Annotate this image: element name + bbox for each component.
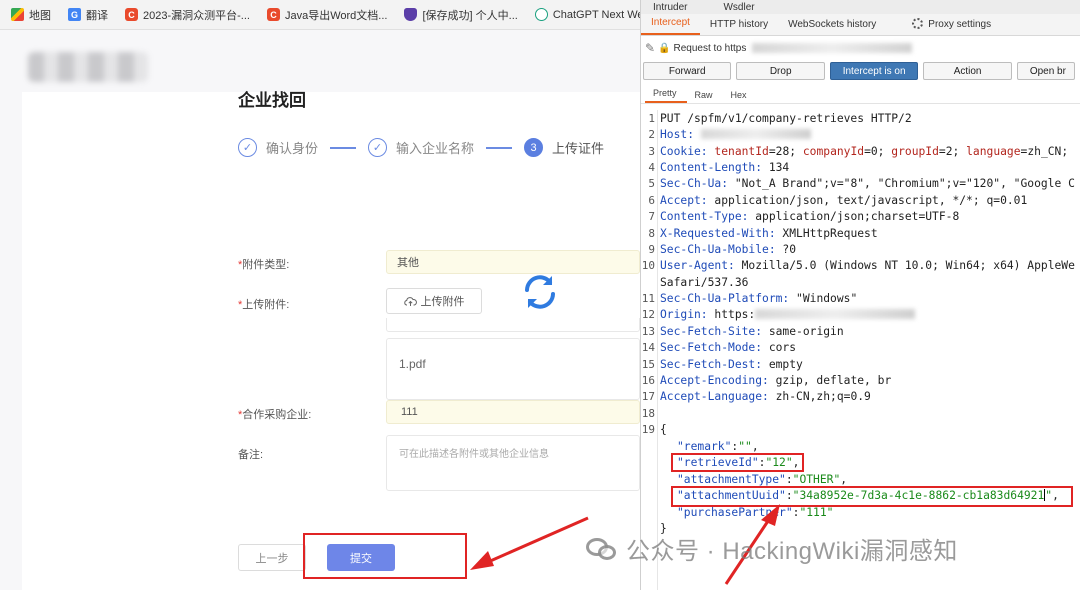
arrow-head	[761, 504, 780, 526]
arrow-to-submit	[487, 516, 589, 564]
arrow-head	[470, 551, 494, 570]
watermark-text: 公众号 · HackingWiki漏洞感知	[626, 538, 958, 565]
wechat-icon	[586, 536, 618, 562]
annotation-arrows	[470, 504, 780, 585]
watermark: 公众号 · HackingWiki漏洞感知	[586, 531, 958, 566]
